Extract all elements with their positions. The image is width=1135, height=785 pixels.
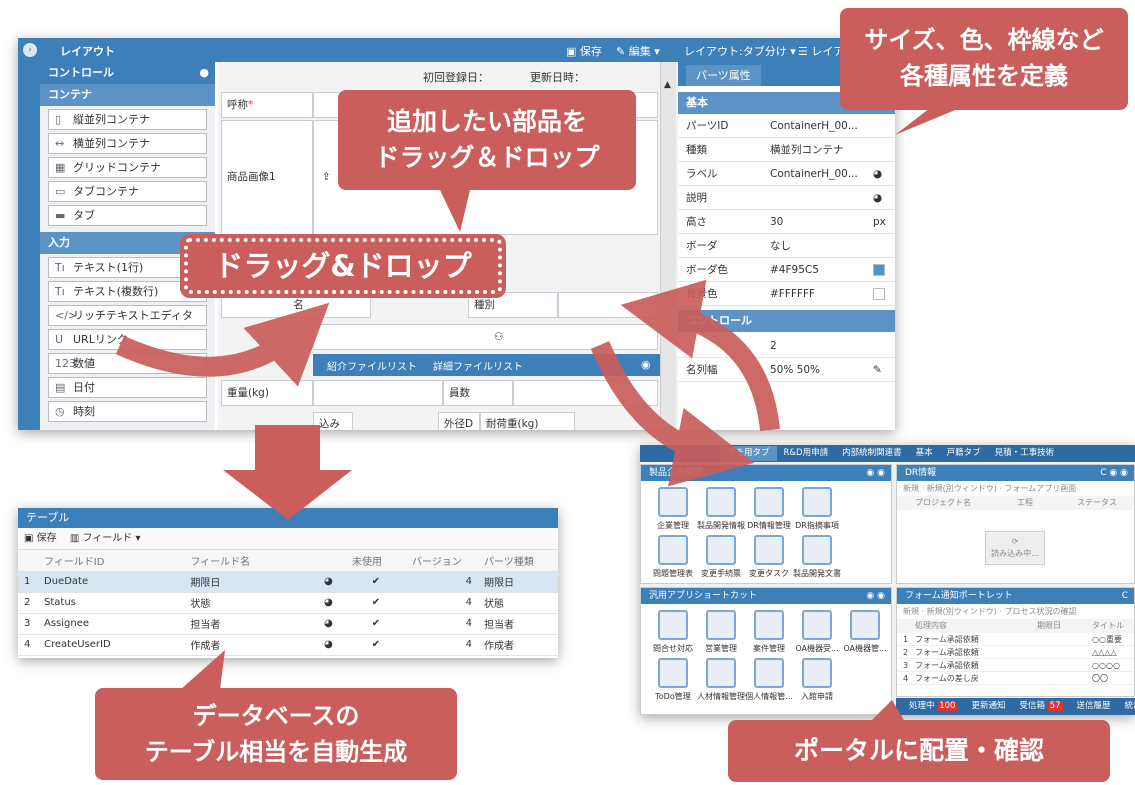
arrow-down-to-table (223, 425, 352, 520)
callout-pointer-db (180, 650, 225, 690)
arrow-to-props (620, 279, 780, 432)
callout-drag-drop: ドラッグ&ドロップ (180, 234, 506, 298)
arrow-to-portal (590, 341, 755, 487)
callout-database: データベースの テーブル相当を自動生成 (95, 688, 457, 780)
callout-pointer-portal (870, 700, 905, 722)
arrow-to-canvas (115, 302, 330, 387)
callout-pointer-attrs (895, 108, 960, 135)
callout-attributes: サイズ、色、枠線など 各種属性を定義 (840, 8, 1128, 110)
callout-add-part: 追加したい部品を ドラッグ＆ドロップ (338, 90, 636, 190)
callout-pointer-add (440, 190, 470, 232)
callout-portal: ポータルに配置・確認 (728, 720, 1110, 782)
